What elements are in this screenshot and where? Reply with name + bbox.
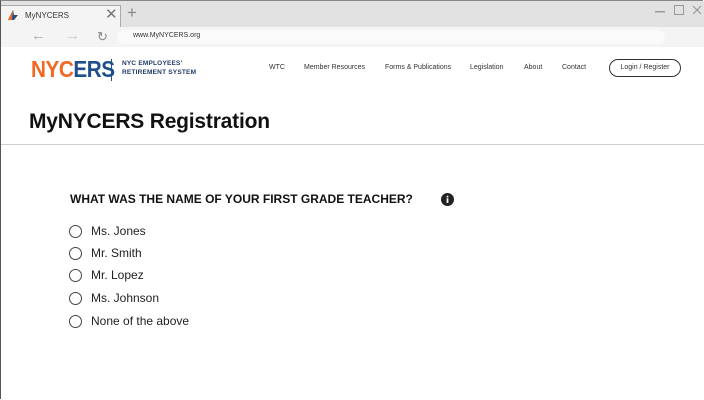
nav-link-legislation[interactable]: Legislation (470, 64, 503, 71)
radio-button[interactable] (69, 225, 82, 238)
tab-strip: MyNYCERS ✕ + (1, 1, 704, 27)
title-divider (1, 144, 704, 145)
close-window-icon[interactable] (691, 4, 703, 16)
answer-label: None of the above (91, 314, 190, 328)
logo-tagline-line2: RETIREMENT SYSTEM (122, 69, 197, 76)
answer-label: Mr. Smith (91, 246, 142, 260)
answer-label: Mr. Lopez (91, 268, 144, 282)
logo-secondary: ERS (73, 56, 115, 82)
url-field[interactable]: www.MyNYCERS.org (117, 30, 665, 44)
logo-tagline: NYC EMPLOYEES' RETIREMENT SYSTEM (122, 59, 196, 77)
new-tab-icon[interactable]: + (127, 4, 137, 22)
radio-button[interactable] (69, 315, 82, 328)
radio-button[interactable] (69, 292, 82, 305)
nav-link-wtc[interactable]: WTC (269, 64, 285, 71)
browser-tab[interactable]: MyNYCERS ✕ (1, 5, 121, 27)
info-icon[interactable] (441, 193, 454, 206)
logo-primary: NYC (31, 56, 74, 82)
nav-link-forms-publications[interactable]: Forms & Publications (385, 64, 451, 71)
url-text: www.MyNYCERS.org (133, 32, 201, 39)
minimize-icon[interactable] (654, 4, 666, 16)
logo-divider (111, 59, 112, 81)
nav-link-member-resources[interactable]: Member Resources (304, 64, 365, 71)
radio-button[interactable] (69, 247, 82, 260)
nav-link-about[interactable]: About (524, 64, 542, 71)
browser-window: MyNYCERS ✕ + ← → ↻ www.MyNYCERS.org NYCE… (0, 0, 704, 399)
maximize-icon[interactable] (673, 4, 685, 16)
radio-button[interactable] (69, 269, 82, 282)
nycers-logo[interactable]: NYCERS (31, 57, 124, 81)
login-register-button[interactable]: Login / Register (609, 59, 681, 77)
forward-arrow-icon[interactable]: → (65, 28, 80, 44)
reload-icon[interactable]: ↻ (97, 29, 108, 45)
security-question: WHAT WAS THE NAME OF YOUR FIRST GRADE TE… (70, 192, 413, 206)
site-header: NYCERS NYC EMPLOYEES' RETIREMENT SYSTEM … (1, 47, 704, 95)
favicon-icon (8, 10, 18, 20)
answer-label: Ms. Jones (91, 224, 146, 238)
logo-tagline-line1: NYC EMPLOYEES' (122, 60, 183, 67)
answer-label: Ms. Johnson (91, 291, 160, 305)
page-title: MyNYCERS Registration (29, 110, 270, 133)
window-controls (652, 4, 703, 18)
nav-link-contact[interactable]: Contact (562, 64, 586, 71)
back-arrow-icon[interactable]: ← (31, 28, 46, 44)
close-tab-icon[interactable]: ✕ (105, 7, 118, 23)
tab-title: MyNYCERS (25, 11, 70, 20)
address-bar: ← → ↻ www.MyNYCERS.org (1, 27, 704, 48)
